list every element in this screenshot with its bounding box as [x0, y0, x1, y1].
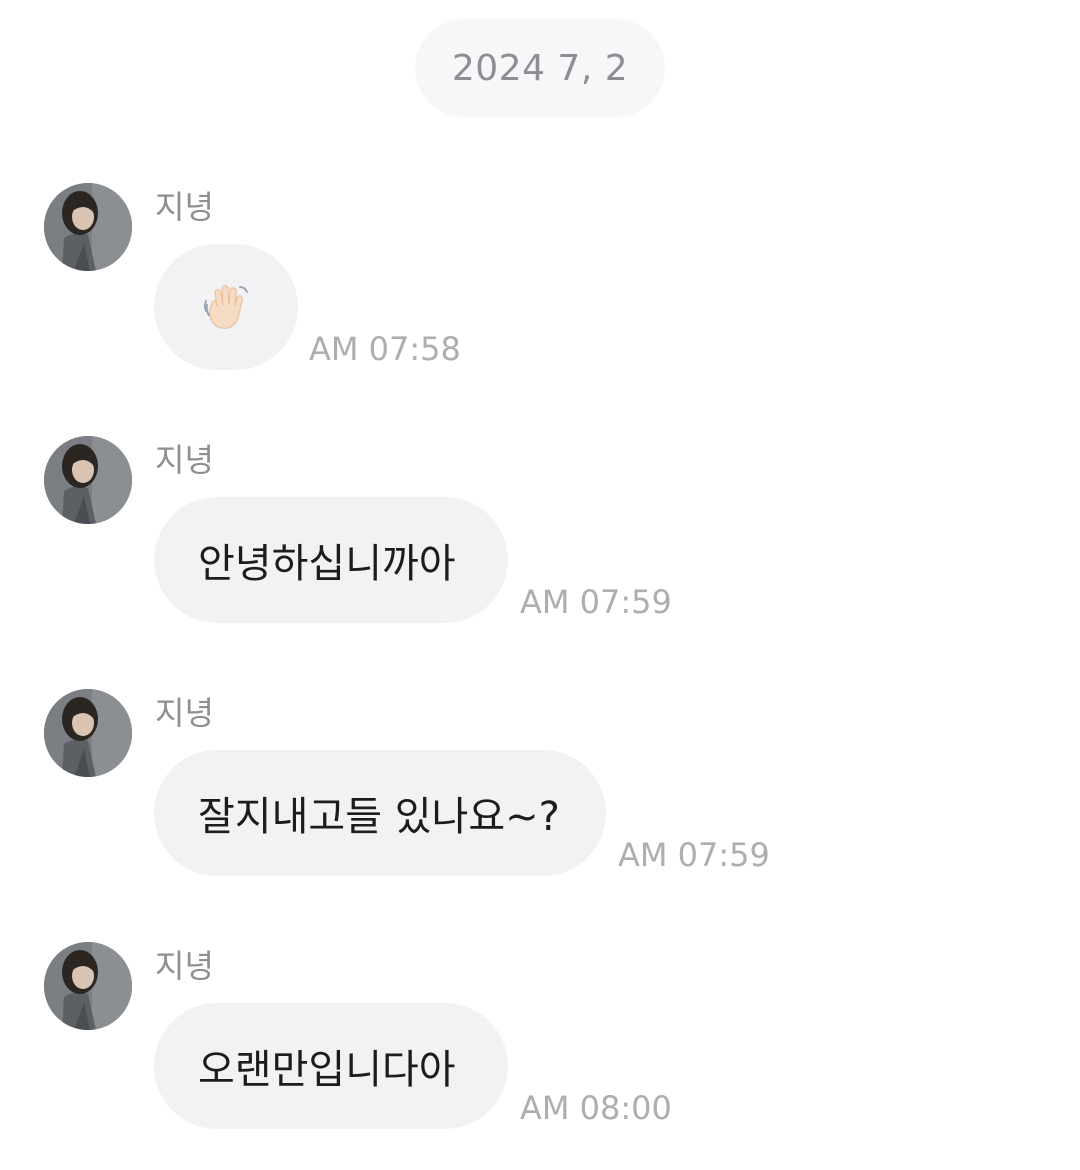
message-row: 지녕 잘지내고들 있나요~? AM 07:59	[0, 689, 1080, 889]
message-time: AM 08:00	[520, 1089, 672, 1127]
sender-name: 지녕	[155, 188, 214, 226]
sender-name: 지녕	[155, 441, 214, 479]
message-time: AM 07:59	[618, 836, 770, 874]
date-separator: 2024 7, 2	[415, 19, 665, 117]
message-row: 지녕 안녕하십니까아 AM 07:59	[0, 436, 1080, 636]
message-bubble[interactable]: 안녕하십니까아	[154, 497, 508, 623]
sender-name: 지녕	[155, 947, 214, 985]
message-bubble[interactable]	[154, 244, 298, 370]
profile-photo-icon	[44, 436, 132, 524]
avatar[interactable]	[44, 942, 132, 1030]
message-row: 지녕 오랜만입니다아 AM 08:00	[0, 942, 1080, 1142]
profile-photo-icon	[44, 183, 132, 271]
profile-photo-icon	[44, 689, 132, 777]
message-text: 잘지내고들 있나요~?	[198, 794, 560, 840]
message-text: 안녕하십니까아	[198, 541, 456, 587]
avatar[interactable]	[44, 689, 132, 777]
profile-photo-icon	[44, 942, 132, 1030]
message-bubble[interactable]: 오랜만입니다아	[154, 1003, 508, 1129]
message-text: 오랜만입니다아	[198, 1047, 456, 1093]
message-time: AM 07:59	[520, 583, 672, 621]
avatar[interactable]	[44, 436, 132, 524]
waving-hand-icon	[204, 285, 248, 329]
message-bubble[interactable]: 잘지내고들 있나요~?	[154, 750, 606, 876]
avatar[interactable]	[44, 183, 132, 271]
sender-name: 지녕	[155, 694, 214, 732]
message-row: 지녕 AM 07:58	[0, 183, 1080, 383]
message-time: AM 07:58	[309, 330, 461, 368]
date-label: 2024 7, 2	[451, 47, 629, 89]
